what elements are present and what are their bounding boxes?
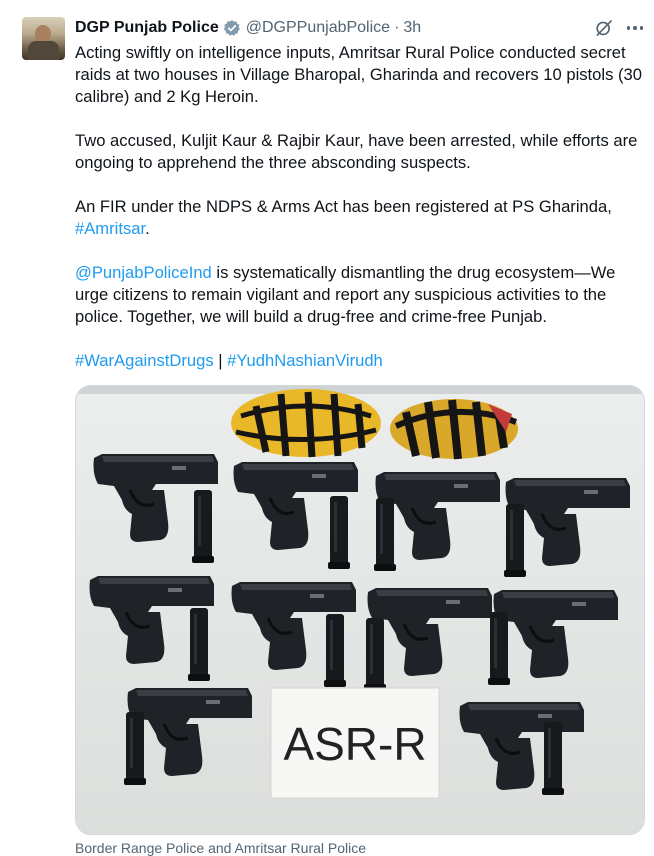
heroin-packet-1 [231, 389, 381, 458]
tweet-photo[interactable]: ASR-R [75, 385, 645, 835]
mention-punjab-police[interactable]: @PunjabPoliceInd [75, 263, 212, 282]
tweet-time[interactable]: 3h [403, 19, 421, 37]
magazine-7 [364, 618, 386, 691]
paragraph-3-text: An FIR under the NDPS & Arms Act has bee… [75, 197, 612, 216]
magazine-4 [504, 504, 526, 577]
magazine-8 [488, 612, 510, 685]
grok-icon[interactable] [594, 18, 614, 38]
seized-items-photo: ASR-R [76, 386, 644, 834]
hashtag-yudh-nashian-virudh[interactable]: #YudhNashianVirudh [227, 351, 383, 370]
tweet-body: Acting swiftly on intelligence inputs, A… [75, 42, 650, 394]
heroin-packet-2 [390, 399, 518, 460]
author-handle[interactable]: @DGPPunjabPolice [246, 19, 390, 37]
tweet-paragraph-1: Acting swiftly on intelligence inputs, A… [75, 43, 642, 106]
photo-caption: Border Range Police and Amritsar Rural P… [75, 840, 367, 856]
avatar-body [28, 41, 59, 60]
sign-text: ASR-R [283, 718, 426, 770]
tweet-paragraph-3: An FIR under the NDPS & Arms Act has bee… [75, 196, 650, 240]
paragraph-3-end: . [145, 219, 150, 238]
magazine-5 [188, 608, 210, 681]
tweet: DGP Punjab Police @DGPPunjabPolice · 3h … [0, 0, 654, 856]
author-name[interactable]: DGP Punjab Police [75, 19, 219, 37]
tweet-paragraph-2: Two accused, Kuljit Kaur & Rajbir Kaur, … [75, 131, 638, 172]
magazine-2 [328, 496, 350, 569]
more-options-icon[interactable] [624, 18, 646, 38]
tweet-header: DGP Punjab Police @DGPPunjabPolice · 3h [75, 17, 421, 39]
magazine-1 [192, 490, 214, 563]
separator-dot: · [394, 19, 400, 36]
magazine-9 [124, 712, 146, 785]
avatar[interactable] [22, 17, 65, 60]
hashtag-amritsar[interactable]: #Amritsar [75, 219, 145, 238]
hashtag-war-against-drugs[interactable]: #WarAgainstDrugs [75, 351, 214, 370]
magazine-6 [324, 614, 346, 687]
tweet-hashtags: #WarAgainstDrugs | #YudhNashianVirudh [75, 350, 650, 372]
tweet-paragraph-4: @PunjabPoliceInd is systematically disma… [75, 262, 650, 328]
verified-badge-icon[interactable] [223, 19, 241, 37]
magazine-10 [542, 722, 564, 795]
magazine-3 [374, 498, 396, 571]
hashtag-separator: | [213, 351, 228, 370]
